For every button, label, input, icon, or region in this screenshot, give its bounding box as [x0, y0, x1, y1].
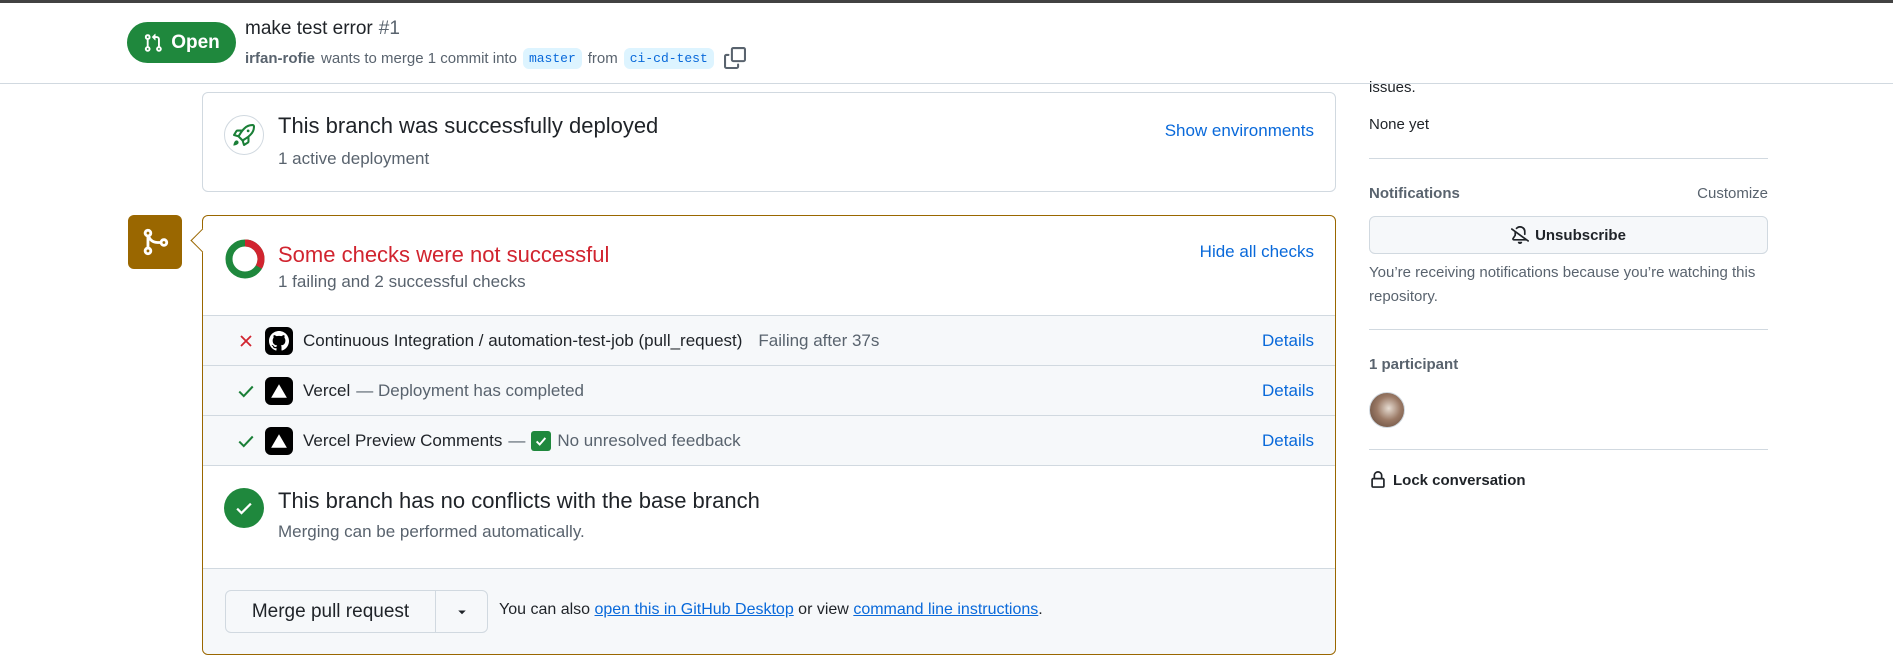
- sidebar-divider: [1369, 449, 1768, 450]
- merge-note: You can also open this in GitHub Desktop…: [499, 601, 1043, 619]
- triangle-down-icon: [457, 610, 466, 614]
- checks-status-donut-icon: [225, 239, 265, 279]
- open-github-desktop-link[interactable]: open this in GitHub Desktop: [595, 601, 794, 618]
- pr-title-text: make test error: [245, 18, 373, 39]
- merge-note-suffix: .: [1038, 601, 1043, 618]
- check-description: Failing after 37s: [758, 330, 880, 350]
- merge-note-middle: or view: [798, 601, 849, 618]
- notifications-note: You’re receiving notifications because y…: [1369, 264, 1756, 305]
- checks-subtitle: 1 failing and 2 successful checks: [278, 272, 526, 291]
- pr-merge-text: wants to merge 1 commit into: [321, 49, 517, 67]
- check-description: — Deployment has completed: [356, 380, 584, 400]
- merge-pull-request-button[interactable]: Merge pull request: [226, 591, 436, 632]
- rocket-icon: [224, 115, 264, 155]
- check-details-link[interactable]: Details: [1262, 381, 1314, 401]
- check-name: Continuous Integration / automation-test…: [303, 330, 743, 350]
- vercel-icon: [265, 376, 293, 405]
- check-icon: [236, 381, 256, 401]
- head-branch-tag[interactable]: ci-cd-test: [623, 47, 714, 69]
- check-icon: [236, 431, 256, 451]
- unsubscribe-button[interactable]: Unsubscribe: [1369, 216, 1768, 254]
- check-details-link[interactable]: Details: [1262, 431, 1314, 451]
- vercel-icon: [265, 426, 293, 455]
- check-text: Vercel — Deployment has completed: [303, 381, 584, 401]
- white-check-mark-icon: [531, 430, 552, 451]
- base-branch-tag[interactable]: master: [522, 47, 582, 69]
- pr-state-label: Open: [171, 31, 220, 53]
- git-merge-icon: [143, 228, 169, 256]
- merge-note-prefix: You can also: [499, 601, 591, 618]
- merge-button-group: Merge pull request: [225, 590, 488, 633]
- check-name: Vercel Preview Comments: [303, 430, 503, 450]
- bell-slash-icon: [1511, 226, 1530, 244]
- check-circle-icon: [224, 488, 264, 528]
- copy-icon[interactable]: [723, 47, 746, 69]
- deployment-title: This branch was successfully deployed: [278, 113, 659, 138]
- unsubscribe-label: Unsubscribe: [1535, 226, 1626, 244]
- show-environments-link[interactable]: Show environments: [1165, 121, 1314, 141]
- command-line-instructions-link[interactable]: command line instructions: [853, 601, 1038, 618]
- lock-conversation-label: Lock conversation: [1393, 471, 1526, 489]
- no-conflicts-title: This branch has no conflicts with the ba…: [278, 488, 760, 513]
- git-pull-request-icon: [145, 33, 162, 52]
- notifications-heading: Notifications: [1369, 185, 1460, 202]
- checks-title: Some checks were not successful: [278, 242, 610, 267]
- no-conflicts-subtitle: Merging can be performed automatically.: [278, 522, 585, 541]
- check-description: No unresolved feedback: [557, 430, 741, 450]
- pr-title: make test error #1: [245, 18, 400, 40]
- pr-meta: irfan-rofie wants to merge 1 commit into…: [245, 46, 746, 70]
- pr-author-link[interactable]: irfan-rofie: [245, 50, 315, 67]
- pr-from-text: from: [587, 49, 618, 67]
- pr-number: #1: [378, 18, 400, 39]
- check-row-vercel: Vercel — Deployment has completed Detail…: [203, 365, 1335, 415]
- no-conflicts-section: This branch has no conflicts with the ba…: [203, 465, 1335, 568]
- check-text: Continuous Integration / automation-test…: [303, 331, 879, 351]
- x-icon: [236, 331, 256, 351]
- deployment-card: This branch was successfully deployed 1 …: [202, 92, 1336, 192]
- check-name: Vercel: [303, 380, 351, 400]
- customize-notifications-link[interactable]: Customize: [1697, 185, 1768, 202]
- pr-sticky-header: Open make test error #1 irfan-rofie wants…: [0, 3, 1893, 84]
- check-separator: —: [508, 430, 526, 450]
- github-icon: [265, 326, 293, 355]
- hide-all-checks-link[interactable]: Hide all checks: [1200, 242, 1314, 262]
- merge-options-dropdown[interactable]: [436, 591, 487, 632]
- deployment-subtitle: 1 active deployment: [278, 149, 430, 168]
- check-details-link[interactable]: Details: [1262, 331, 1314, 351]
- sidebar-divider: [1369, 158, 1768, 159]
- lock-icon: [1371, 471, 1385, 488]
- check-row-vercel-preview: Vercel Preview Comments — No unresolved …: [203, 415, 1335, 465]
- git-merge-badge: [128, 215, 182, 269]
- participants-heading: 1 participant: [1369, 356, 1459, 373]
- development-issues-text: issues.: [1369, 79, 1416, 96]
- pr-state-badge: Open: [127, 22, 236, 63]
- sidebar-divider: [1369, 329, 1768, 330]
- merge-checks-card: Some checks were not successful 1 failin…: [202, 215, 1336, 655]
- check-text: Vercel Preview Comments — No unresolved …: [303, 430, 741, 451]
- lock-conversation-button[interactable]: Lock conversation: [1369, 470, 1526, 490]
- merge-footer: Merge pull request You can also open thi…: [203, 568, 1335, 654]
- participant-avatar[interactable]: [1369, 392, 1405, 428]
- development-none-yet: None yet: [1369, 116, 1430, 133]
- check-row-ci: Continuous Integration / automation-test…: [203, 315, 1335, 365]
